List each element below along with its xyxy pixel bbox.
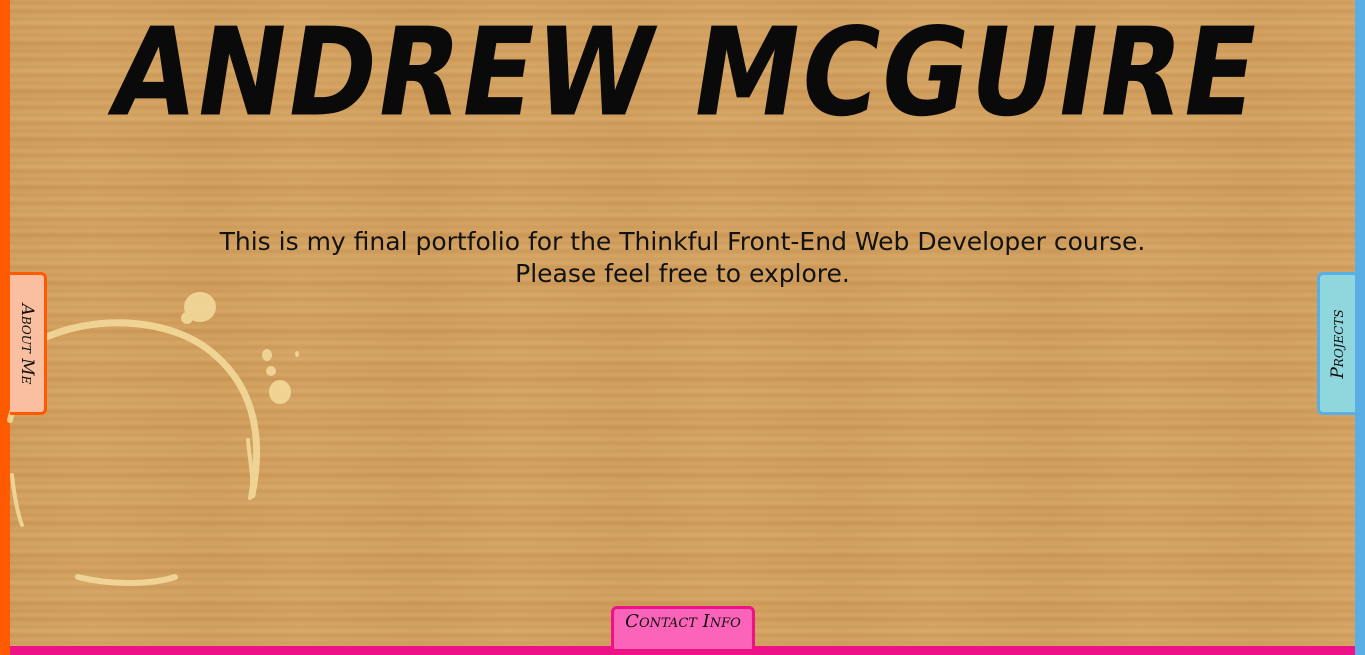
intro-line-1: This is my final portfolio for the Think…: [219, 227, 1146, 256]
intro-text: This is my final portfolio for the Think…: [0, 226, 1365, 290]
projects-tab[interactable]: Projects: [1317, 272, 1355, 415]
about-me-tab-label: About Me: [17, 303, 37, 384]
about-me-tab[interactable]: About Me: [10, 272, 47, 415]
page-title: ANDREW MCGUIRE: [102, 2, 1270, 144]
projects-tab-label: Projects: [1327, 308, 1348, 379]
intro-line-2: Please feel free to explore.: [515, 259, 850, 288]
coffee-ring-icon: [7, 292, 299, 586]
contact-info-tab[interactable]: Contact Info: [611, 606, 755, 649]
contact-info-tab-label: Contact Info: [625, 611, 741, 632]
